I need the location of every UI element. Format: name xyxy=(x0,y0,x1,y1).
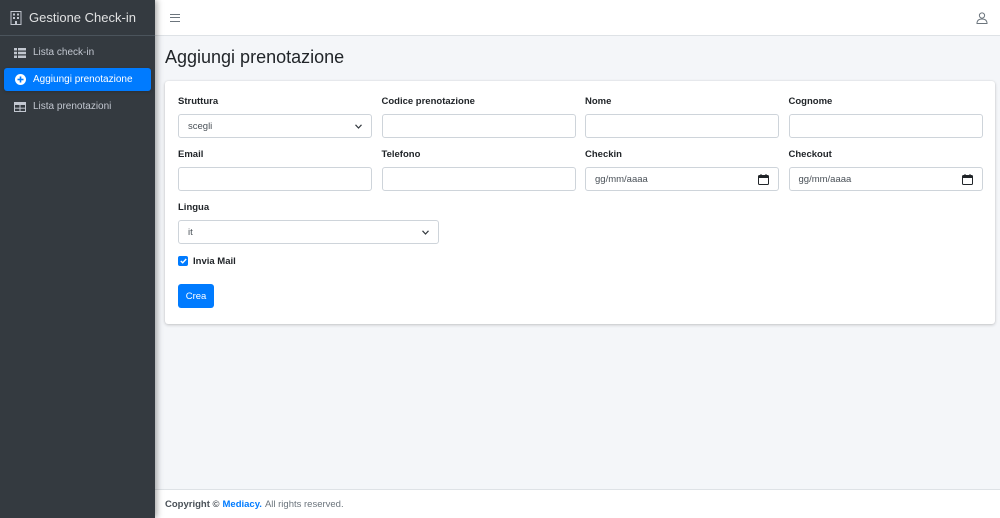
lingua-label: Lingua xyxy=(178,202,210,213)
invia-mail-label[interactable]: Invia Mail xyxy=(193,256,236,267)
nome-group: Nome xyxy=(585,95,779,138)
telefono-input[interactable] xyxy=(381,167,576,191)
struttura-group: Struttura scegli xyxy=(178,95,372,138)
checkin-date-input[interactable]: gg/mm/aaaa xyxy=(585,167,779,191)
brand-text: Gestione Check-in xyxy=(29,10,136,25)
email-input[interactable] xyxy=(178,167,372,191)
struttura-value: scegli xyxy=(188,120,213,132)
nome-label: Nome xyxy=(585,96,612,107)
menu-toggle-icon[interactable] xyxy=(170,13,180,23)
page-title: Aggiungi prenotazione xyxy=(165,47,345,67)
checkout-group: Checkout gg/mm/aaaa xyxy=(788,148,983,191)
codice-prenotazione-input[interactable] xyxy=(381,114,576,138)
sidebar-item-lista-prenotazioni[interactable]: Lista prenotazioni xyxy=(4,95,151,118)
lingua-group: Lingua it xyxy=(178,201,439,244)
footer-brand-link[interactable]: Mediacy. xyxy=(223,499,262,510)
sidebar-item-lista-check-in[interactable]: Lista check-in xyxy=(4,41,151,64)
invia-mail-row: Invia Mail xyxy=(178,254,982,268)
codice-group: Codice prenotazione xyxy=(381,95,576,138)
sidebar-item-label: Aggiungi prenotazione xyxy=(33,74,133,85)
footer: Copyright © Mediacy. All rights reserved… xyxy=(155,489,1000,518)
lingua-value: it xyxy=(188,226,193,238)
checkout-label: Checkout xyxy=(788,149,832,160)
checkin-placeholder: gg/mm/aaaa xyxy=(595,173,648,185)
plus-circle-icon xyxy=(14,74,26,86)
nome-input[interactable] xyxy=(585,114,779,138)
table-icon xyxy=(14,101,26,113)
crea-button[interactable]: Crea xyxy=(178,284,214,308)
check-icon xyxy=(179,258,187,264)
cognome-group: Cognome xyxy=(788,95,983,138)
invia-mail-checkbox[interactable] xyxy=(178,256,188,266)
telefono-label: Telefono xyxy=(381,149,421,160)
top-navbar xyxy=(155,0,1000,36)
booking-form-card: Struttura scegli Codice prenotazione Nom… xyxy=(165,81,995,324)
cognome-label: Cognome xyxy=(788,96,833,107)
email-label: Email xyxy=(178,149,204,160)
brand[interactable]: Gestione Check-in xyxy=(0,0,155,36)
checkout-date-input[interactable]: gg/mm/aaaa xyxy=(788,167,983,191)
cognome-input[interactable] xyxy=(788,114,983,138)
struttura-label: Struttura xyxy=(178,96,219,107)
user-icon[interactable] xyxy=(976,11,988,24)
email-group: Email xyxy=(178,148,372,191)
struttura-select[interactable]: scegli xyxy=(178,114,372,138)
calendar-icon[interactable] xyxy=(758,173,769,185)
footer-rights: All rights reserved. xyxy=(264,498,344,510)
sidebar-item-label: Lista prenotazioni xyxy=(33,101,112,112)
codice-label: Codice prenotazione xyxy=(381,96,475,107)
sidebar: Gestione Check-in Lista check-in Aggiung… xyxy=(0,0,155,518)
checkin-group: Checkin gg/mm/aaaa xyxy=(585,148,779,191)
list-icon xyxy=(14,47,26,59)
checkout-placeholder: gg/mm/aaaa xyxy=(798,173,852,185)
sidebar-item-label: Lista check-in xyxy=(33,47,95,58)
footer-copyright: Copyright © xyxy=(165,498,220,510)
form-grid: Struttura scegli Codice prenotazione Nom… xyxy=(178,95,983,201)
checkin-label: Checkin xyxy=(585,149,622,160)
calendar-icon[interactable] xyxy=(961,173,973,185)
telefono-group: Telefono xyxy=(381,148,576,191)
chevron-down-icon xyxy=(422,229,429,235)
main-content: Aggiungi prenotazione Struttura scegli C… xyxy=(155,36,1000,489)
sidebar-nav: Lista check-in Aggiungi prenotazione Lis… xyxy=(0,36,155,118)
chevron-down-icon xyxy=(355,123,362,129)
sidebar-item-aggiungi-prenotazione[interactable]: Aggiungi prenotazione xyxy=(4,68,151,91)
lingua-select[interactable]: it xyxy=(178,220,439,244)
building-icon xyxy=(10,10,22,25)
